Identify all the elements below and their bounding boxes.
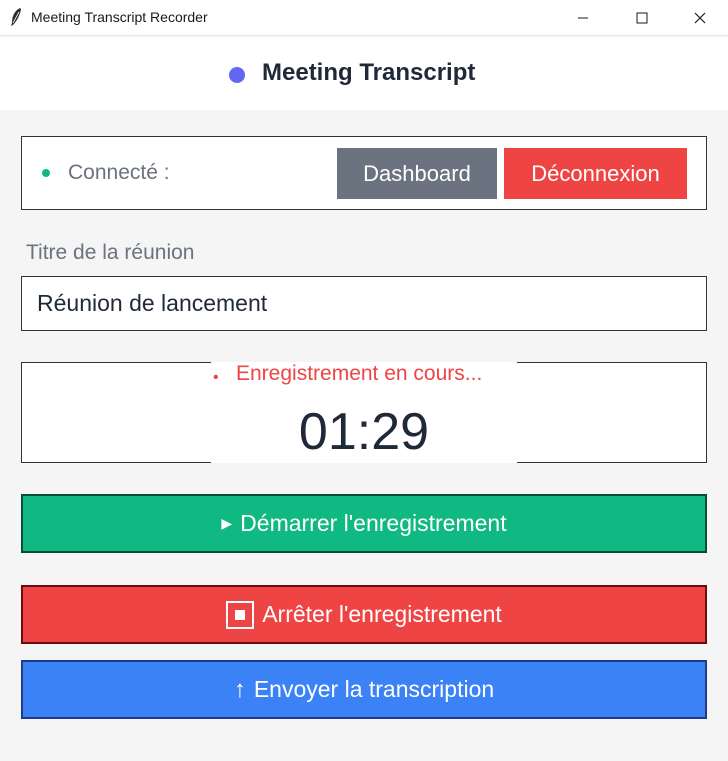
- send-transcript-button[interactable]: ↑ Envoyer la transcription: [21, 660, 707, 719]
- connection-status-label: Connecté :: [68, 161, 170, 184]
- page-title: Meeting Transcript: [262, 59, 476, 86]
- upload-arrow-icon: ↑: [233, 675, 246, 703]
- recording-status-inner: • Enregistrement en cours... 01:29: [211, 362, 517, 463]
- feather-icon: [11, 8, 21, 26]
- connection-status-dot-icon: [42, 169, 50, 177]
- recording-status-text: Enregistrement en cours...: [236, 362, 483, 385]
- send-transcript-label: Envoyer la transcription: [253, 676, 495, 702]
- recording-dot-icon: •: [213, 369, 219, 386]
- logout-button[interactable]: Déconnexion: [504, 148, 687, 199]
- stop-icon: [226, 600, 255, 629]
- play-icon: ▶: [221, 515, 233, 531]
- meeting-title-label: Titre de la réunion: [26, 241, 195, 264]
- start-recording-label: Démarrer l'enregistrement: [240, 510, 507, 536]
- close-icon: [694, 12, 706, 23]
- dashboard-button[interactable]: Dashboard: [337, 148, 497, 199]
- meeting-title-input[interactable]: [21, 276, 707, 331]
- stop-recording-label: Arrêter l'enregistrement: [262, 601, 502, 627]
- minimize-button[interactable]: [560, 0, 606, 35]
- stop-recording-button[interactable]: Arrêter l'enregistrement: [21, 585, 707, 644]
- maximize-button[interactable]: [619, 0, 665, 35]
- start-recording-button[interactable]: ▶ Démarrer l'enregistrement: [21, 494, 707, 553]
- app-header: Meeting Transcript: [0, 37, 728, 110]
- window-titlebar: Meeting Transcript Recorder: [0, 0, 728, 36]
- maximize-icon: [636, 12, 648, 23]
- window-title: Meeting Transcript Recorder: [31, 9, 208, 25]
- minimize-icon: [578, 17, 588, 18]
- close-button[interactable]: [677, 0, 723, 35]
- recording-timer: 01:29: [298, 403, 430, 461]
- recording-status-box: • Enregistrement en cours... 01:29: [21, 362, 707, 463]
- app-window: Meeting Transcript Recorder Meeting Tran…: [0, 0, 728, 761]
- header-status-dot-icon: [229, 67, 245, 83]
- connection-panel: Connecté : Dashboard Déconnexion: [21, 136, 707, 210]
